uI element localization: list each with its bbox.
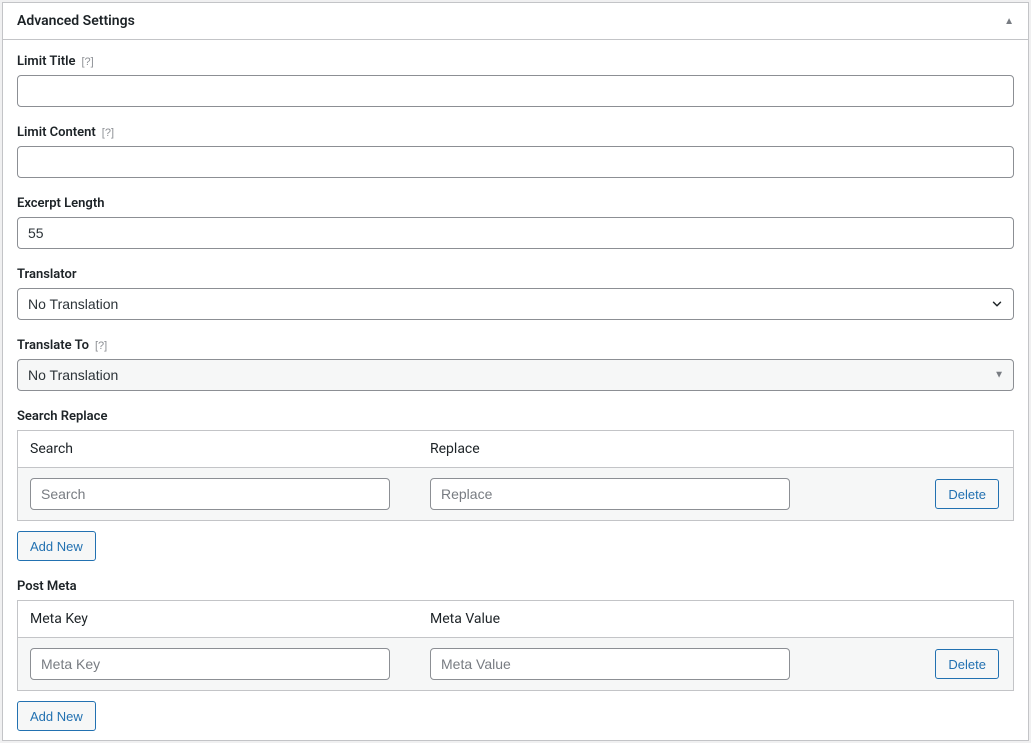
meta-value-header-cell: Meta Value xyxy=(430,611,830,627)
translate-to-select[interactable]: No Translation xyxy=(17,359,1014,391)
limit-title-input[interactable] xyxy=(17,75,1014,107)
meta-action-cell: Delete xyxy=(830,649,1001,679)
action-cell: Delete xyxy=(830,479,1001,509)
limit-content-group: Limit Content [?] xyxy=(17,125,1014,178)
translator-label: Translator xyxy=(17,267,1014,282)
panel-header[interactable]: Advanced Settings ▲ xyxy=(3,3,1028,40)
collapse-icon[interactable]: ▲ xyxy=(1004,16,1014,27)
search-replace-header: Search Replace xyxy=(18,431,1013,468)
search-replace-label-text: Search Replace xyxy=(17,409,107,424)
search-replace-label: Search Replace xyxy=(17,409,1014,424)
search-replace-row: Delete xyxy=(18,468,1013,520)
excerpt-length-group: Excerpt Length xyxy=(17,196,1014,249)
advanced-settings-panel: Advanced Settings ▲ Limit Title [?] Limi… xyxy=(2,2,1029,741)
translate-to-group: Translate To [?] No Translation ▼ xyxy=(17,338,1014,391)
search-header-cell: Search xyxy=(30,441,430,457)
limit-content-label: Limit Content [?] xyxy=(17,125,1014,140)
post-meta-label: Post Meta xyxy=(17,579,1014,594)
excerpt-length-label-text: Excerpt Length xyxy=(17,196,104,211)
help-icon[interactable]: [?] xyxy=(95,340,107,352)
post-meta-row: Delete xyxy=(18,638,1013,690)
limit-content-input[interactable] xyxy=(17,146,1014,178)
search-cell xyxy=(30,478,430,510)
meta-key-input[interactable] xyxy=(30,648,390,680)
translator-select[interactable]: No Translation xyxy=(17,288,1014,320)
meta-value-cell xyxy=(430,648,830,680)
panel-body: Limit Title [?] Limit Content [?] Excerp… xyxy=(3,40,1028,741)
search-input[interactable] xyxy=(30,478,390,510)
search-replace-group: Search Replace Search Replace Delet xyxy=(17,409,1014,561)
post-meta-group: Post Meta Meta Key Meta Value Delet xyxy=(17,579,1014,731)
replace-header-cell: Replace xyxy=(430,441,830,457)
translate-to-label-text: Translate To xyxy=(17,338,89,353)
translator-select-wrapper: No Translation xyxy=(17,288,1014,320)
meta-key-cell xyxy=(30,648,430,680)
post-meta-header: Meta Key Meta Value xyxy=(18,601,1013,638)
meta-key-header-cell: Meta Key xyxy=(30,611,430,627)
add-new-button[interactable]: Add New xyxy=(17,701,96,731)
meta-value-input[interactable] xyxy=(430,648,790,680)
help-icon[interactable]: [?] xyxy=(81,56,93,68)
translate-to-select-wrapper: No Translation ▼ xyxy=(17,359,1014,391)
meta-action-header-cell xyxy=(830,611,1001,627)
translator-label-text: Translator xyxy=(17,267,77,282)
post-meta-label-text: Post Meta xyxy=(17,579,77,594)
search-replace-table: Search Replace Delete xyxy=(17,430,1014,521)
limit-title-group: Limit Title [?] xyxy=(17,54,1014,107)
translate-to-label: Translate To [?] xyxy=(17,338,1014,353)
excerpt-length-input[interactable] xyxy=(17,217,1014,249)
delete-button[interactable]: Delete xyxy=(935,649,999,679)
replace-input[interactable] xyxy=(430,478,790,510)
translator-group: Translator No Translation xyxy=(17,267,1014,320)
post-meta-table: Meta Key Meta Value Delete xyxy=(17,600,1014,691)
help-icon[interactable]: [?] xyxy=(102,127,114,139)
add-new-button[interactable]: Add New xyxy=(17,531,96,561)
limit-title-label-text: Limit Title xyxy=(17,54,75,69)
excerpt-length-label: Excerpt Length xyxy=(17,196,1014,211)
limit-content-label-text: Limit Content xyxy=(17,125,96,140)
action-header-cell xyxy=(830,441,1001,457)
limit-title-label: Limit Title [?] xyxy=(17,54,1014,69)
panel-title: Advanced Settings xyxy=(17,13,135,29)
replace-cell xyxy=(430,478,830,510)
delete-button[interactable]: Delete xyxy=(935,479,999,509)
